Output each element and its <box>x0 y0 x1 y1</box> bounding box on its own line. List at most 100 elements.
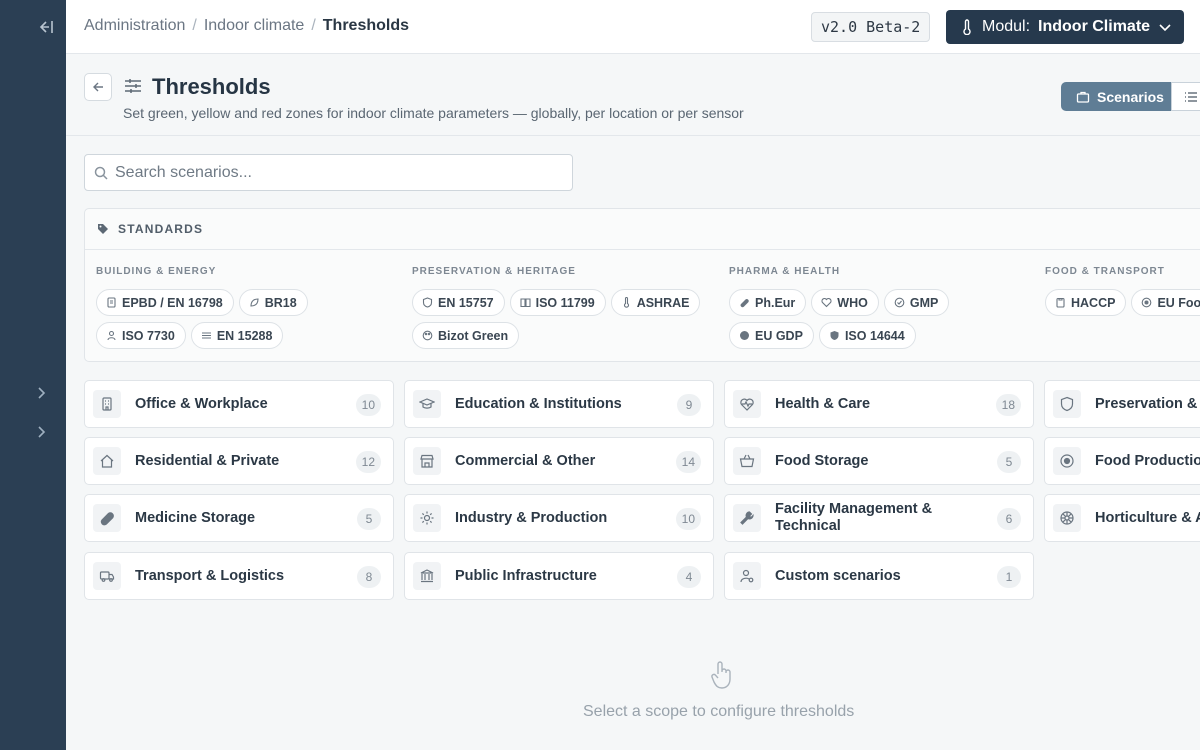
standard-chip[interactable]: ISO 14644 <box>818 322 916 349</box>
heart-icon <box>821 297 832 308</box>
breadcrumb: Administration / Indoor climate / Thresholds <box>84 17 410 34</box>
category-count-badge: 9 <box>677 394 701 416</box>
category-card[interactable]: Food Storage 5 <box>724 437 1034 485</box>
category-count-badge: 10 <box>355 394 381 416</box>
standard-chip[interactable]: ASHRAE <box>610 289 701 316</box>
category-label: Food Productio <box>1095 452 1200 469</box>
category-label: Health & Care <box>775 395 871 412</box>
truck-icon <box>99 571 115 582</box>
check-circle-icon <box>894 297 905 308</box>
scenarios-view-label: Scenarios <box>1097 88 1164 105</box>
standard-chip[interactable]: EN 15288 <box>190 322 284 349</box>
collapse-sidebar-icon[interactable] <box>34 16 56 38</box>
pill-icon <box>100 512 114 526</box>
category-count-badge: 10 <box>675 508 701 530</box>
category-count-badge: 5 <box>997 451 1021 473</box>
category-card[interactable]: Industry & Production 10 <box>404 494 714 542</box>
category-card[interactable]: Horticulture & A <box>1044 494 1200 542</box>
sidebar: ion <box>0 0 66 750</box>
landmark-icon <box>420 569 434 583</box>
category-label: Commercial & Other <box>455 452 596 469</box>
palette-icon <box>422 330 433 341</box>
view-toggle: Scenarios <box>1061 82 1200 111</box>
category-icon-wrap <box>93 562 121 590</box>
tag-icon <box>98 224 108 234</box>
thermometer-icon <box>963 19 971 35</box>
breadcrumb-item[interactable]: Administration <box>84 17 185 34</box>
back-button[interactable] <box>84 73 112 101</box>
scenarios-view-button[interactable]: Scenarios <box>1061 82 1171 111</box>
pill-icon <box>740 299 749 308</box>
standard-chip[interactable]: ISO 7730 <box>96 322 186 349</box>
search-input[interactable] <box>115 155 555 190</box>
category-icon-wrap <box>1053 390 1081 418</box>
standards-group-title: PRESERVATION & HERITAGE <box>412 266 576 277</box>
category-label: Residential & Private <box>135 452 280 469</box>
standard-chip[interactable]: HACCP <box>1045 289 1127 316</box>
standards-title: STANDARDS <box>118 222 204 236</box>
category-card[interactable]: Commercial & Other 14 <box>404 437 714 485</box>
category-count-badge: 18 <box>995 394 1021 416</box>
thermometer-icon <box>623 297 629 308</box>
category-card[interactable]: Medicine Storage 5 <box>84 494 394 542</box>
breadcrumb-item[interactable]: Indoor climate <box>204 17 305 34</box>
chevron-right-icon[interactable] <box>34 386 48 400</box>
category-icon-wrap <box>733 390 761 418</box>
category-icon-wrap <box>733 562 761 590</box>
page-subtitle: Set green, yellow and red zones for indo… <box>123 105 744 121</box>
standard-chip[interactable]: ISO 11799 <box>509 289 606 316</box>
list-icon <box>1185 91 1197 102</box>
category-label: Medicine Storage <box>135 509 256 526</box>
standards-group: FOOD & TRANSPORT HACCP EU Food <box>1034 266 1200 316</box>
category-label: Facility Management & Technical <box>775 501 933 534</box>
standard-chip[interactable]: EU GDP <box>729 322 814 349</box>
category-card[interactable]: Public Infrastructure 4 <box>404 552 714 600</box>
heart-pulse-icon <box>740 398 754 411</box>
category-card[interactable]: Facility Management & Technical 6 <box>724 494 1034 542</box>
book-icon <box>520 298 531 308</box>
category-count-badge: 5 <box>357 508 381 530</box>
category-card[interactable]: Residential & Private 12 <box>84 437 394 485</box>
standard-chip[interactable]: BR18 <box>238 289 308 316</box>
category-label: Food Storage <box>775 452 869 469</box>
breadcrumb-current: Thresholds <box>322 17 410 34</box>
module-value: Indoor Climate <box>1038 18 1151 35</box>
leaf-icon <box>250 298 259 307</box>
page-title: Thresholds <box>152 74 271 99</box>
category-card[interactable]: Preservation & H <box>1044 380 1200 428</box>
category-card[interactable]: Food Productio <box>1044 437 1200 485</box>
list-view-button[interactable] <box>1171 82 1200 111</box>
chevron-down-icon <box>1159 24 1171 32</box>
empty-state-text: Select a scope to configure thresholds <box>583 703 855 720</box>
standard-chip[interactable]: GMP <box>883 289 950 316</box>
category-card[interactable]: Custom scenarios 1 <box>724 552 1034 600</box>
category-card[interactable]: Office & Workplace 10 <box>84 380 394 428</box>
category-icon-wrap <box>93 504 121 532</box>
category-label: Education & Institutions <box>455 395 622 412</box>
wrench-icon <box>740 511 754 525</box>
person-icon <box>107 330 116 341</box>
category-label: Transport & Logistics <box>135 567 285 584</box>
standards-group-title: PHARMA & HEALTH <box>729 266 841 277</box>
category-card[interactable]: Transport & Logistics 8 <box>84 552 394 600</box>
standard-chip[interactable]: WHO <box>811 289 879 316</box>
standard-chip[interactable]: EPBD / EN 16798 <box>96 289 234 316</box>
module-selector[interactable]: Modul: Indoor Climate <box>946 10 1184 44</box>
standards-group-title: BUILDING & ENERGY <box>96 266 217 277</box>
standard-chip[interactable]: Bizot Green <box>412 322 520 349</box>
graduation-cap-icon <box>419 398 435 409</box>
shield-icon <box>830 331 839 340</box>
standard-chip[interactable]: EN 15757 <box>412 289 505 316</box>
category-icon-wrap <box>413 562 441 590</box>
category-icon-wrap <box>413 504 441 532</box>
standard-chip[interactable]: Ph.Eur <box>729 289 807 316</box>
standards-header: STANDARDS <box>85 209 1200 250</box>
chevron-right-icon[interactable] <box>34 425 48 439</box>
category-icon-wrap <box>733 447 761 475</box>
category-card[interactable]: Health & Care 18 <box>724 380 1034 428</box>
standard-chip[interactable]: EU Food <box>1131 289 1200 316</box>
standards-group: BUILDING & ENERGY EPBD / EN 16798 BR18 I… <box>85 266 385 349</box>
category-card[interactable]: Education & Institutions 9 <box>404 380 714 428</box>
category-icon-wrap <box>733 504 761 532</box>
globe-icon <box>740 331 749 340</box>
